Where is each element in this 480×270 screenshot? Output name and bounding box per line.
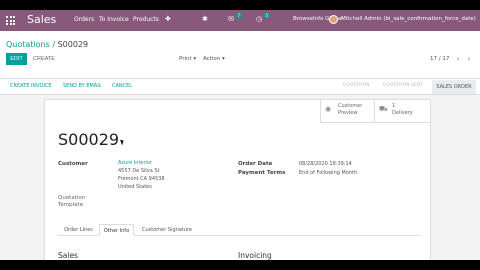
status-bar: CREATE INVOICE SEND BY EMAIL CANCEL QUOT… bbox=[0, 79, 480, 95]
customer-preview-label: Customer bbox=[338, 103, 363, 109]
menu-to-invoice[interactable]: To Invoice bbox=[99, 16, 129, 23]
sales-order-window: Sales Orders To Invoice Products ✚ ✱ ✉ 7… bbox=[0, 10, 480, 260]
delivery-label: Delivery bbox=[392, 110, 413, 116]
breadcrumb-quotations[interactable]: Quotations bbox=[6, 40, 50, 49]
chat-icon[interactable]: ✉ bbox=[228, 15, 234, 23]
clock-badge: 5 bbox=[264, 13, 270, 18]
clock-icon[interactable]: ◷ bbox=[256, 15, 262, 23]
customer-label: Customer bbox=[58, 161, 88, 167]
create-invoice-button[interactable]: CREATE INVOICE bbox=[10, 83, 52, 89]
pager-next-icon[interactable]: › bbox=[464, 53, 474, 65]
main-navbar: Sales Orders To Invoice Products ✚ ✱ ✉ 7… bbox=[0, 10, 480, 31]
plus-icon[interactable]: ✚ bbox=[165, 15, 171, 23]
menu-products[interactable]: Products bbox=[133, 16, 159, 23]
apps-grid-icon[interactable] bbox=[6, 16, 15, 25]
tab-order-lines[interactable]: Order Lines bbox=[60, 224, 97, 236]
customer-preview-label-2: Preview bbox=[338, 110, 358, 116]
control-panel: Quotations / S00029 EDIT CREATE Print ▾ … bbox=[0, 31, 480, 79]
order-date-label: Order Date bbox=[238, 161, 273, 167]
payment-terms-value: End of Following Month bbox=[299, 170, 358, 176]
payment-terms-label: Payment Terms bbox=[238, 170, 286, 176]
breadcrumb: Quotations / S00029 bbox=[6, 40, 88, 49]
quotation-template-label: Quotation bbox=[58, 195, 86, 201]
customer-address-line1: 4557 De Silva St bbox=[118, 168, 160, 174]
pager-prev-icon[interactable]: ‹ bbox=[453, 53, 463, 65]
chat-badge: 7 bbox=[236, 13, 242, 18]
globe-icon: ◉ bbox=[325, 105, 332, 113]
tab-other-info[interactable]: Other Info bbox=[99, 224, 134, 236]
page-title: S00029 bbox=[58, 130, 120, 149]
sales-section-title: Sales bbox=[58, 251, 78, 260]
breadcrumb-separator: / bbox=[52, 40, 56, 49]
edit-button[interactable]: EDIT bbox=[6, 53, 27, 65]
menu-orders[interactable]: Orders bbox=[74, 16, 94, 23]
create-button[interactable]: CREATE bbox=[30, 53, 58, 65]
print-dropdown[interactable]: Print ▾ bbox=[179, 56, 196, 62]
quotation-template-label-2: Template bbox=[58, 202, 84, 208]
bug-icon[interactable]: ✱ bbox=[202, 15, 208, 23]
customer-address-line2: Fremont CA 94538 bbox=[118, 176, 165, 182]
delivery-count: 1 bbox=[392, 103, 396, 109]
send-by-email-button[interactable]: SEND BY EMAIL bbox=[63, 83, 101, 89]
breadcrumb-current: S00029 bbox=[57, 40, 89, 49]
truck-icon: ⛟ bbox=[379, 105, 388, 113]
notebook-tabs: Order Lines Other Info Customer Signatur… bbox=[58, 222, 420, 236]
customer-link[interactable]: Azure Interior bbox=[118, 160, 152, 166]
user-menu[interactable]: Mitchell Admin (bi_sale_confirmation_for… bbox=[341, 16, 476, 22]
stage-quotation[interactable]: QUOTATION bbox=[343, 83, 370, 88]
mouse-cursor-icon bbox=[120, 138, 125, 146]
invoicing-section-title: Invoicing bbox=[238, 251, 272, 260]
action-dropdown[interactable]: Action ▾ bbox=[203, 56, 225, 62]
order-date-value: 08/28/2020 18:39:14 bbox=[299, 161, 352, 167]
customer-address-line3: United States bbox=[118, 184, 152, 190]
cancel-button[interactable]: CANCEL bbox=[112, 83, 132, 89]
stage-sales-order: SALES ORDER bbox=[432, 80, 476, 94]
form-sheet: ◉ Customer Preview ⛟ 1 Delivery S00029 C… bbox=[44, 99, 431, 260]
stage-quotation-sent[interactable]: QUOTATION SENT bbox=[383, 83, 423, 88]
app-title[interactable]: Sales bbox=[27, 13, 56, 26]
customer-preview-button[interactable]: ◉ Customer Preview bbox=[320, 100, 374, 123]
pager-value[interactable]: 17 / 17 bbox=[430, 56, 449, 62]
delivery-button[interactable]: ⛟ 1 Delivery bbox=[374, 100, 430, 123]
avatar[interactable] bbox=[329, 15, 338, 24]
tab-customer-signature[interactable]: Customer Signature bbox=[136, 224, 198, 236]
